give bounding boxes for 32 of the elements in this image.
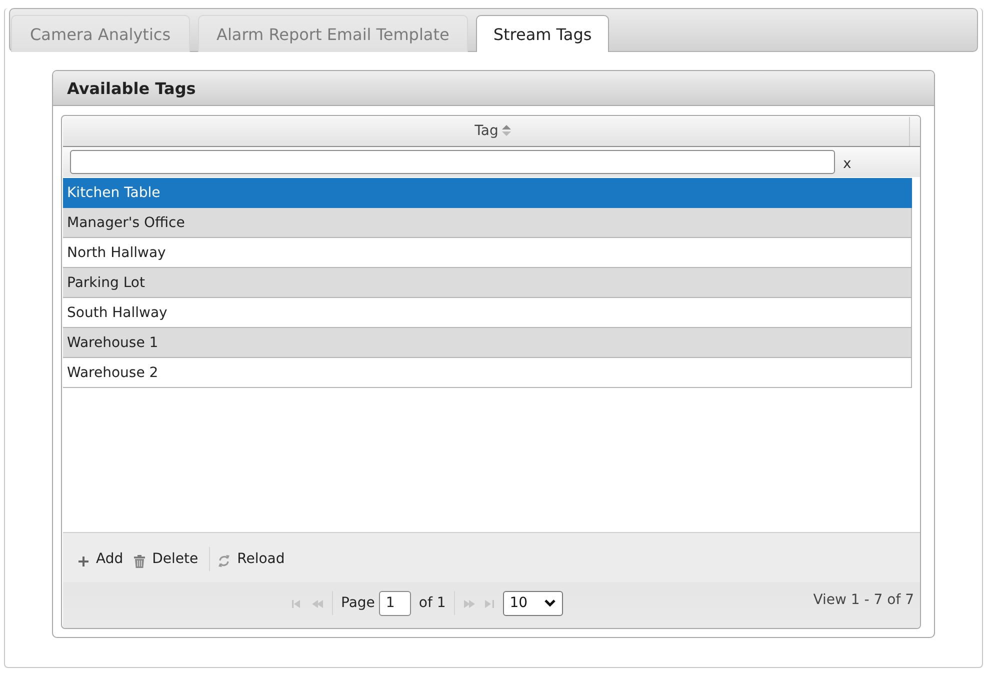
table-row[interactable]: Manager's Office [63,208,912,238]
table-cell: Parking Lot [67,274,145,290]
clear-filter-button[interactable]: x [835,156,852,172]
table-cell: Warehouse 2 [67,364,158,380]
table-row[interactable]: Parking Lot [63,268,912,298]
table-row[interactable]: South Hallway [63,298,912,328]
delete-button[interactable]: Delete [134,550,204,568]
page-input[interactable]: 1 [378,590,411,616]
table-cell: North Hallway [67,244,166,260]
table-cell: Manager's Office [67,214,185,230]
page-size-select[interactable]: 10 [502,590,563,616]
table-row[interactable]: Kitchen Table [63,178,912,208]
sort-icon[interactable] [502,125,512,136]
page-label: Page [341,595,375,611]
table-cell: Kitchen Table [67,184,160,200]
column-header-button[interactable]: Tag [63,117,910,146]
reload-icon [218,554,230,568]
reload-button[interactable]: Reload [218,549,290,568]
table-row[interactable]: Warehouse 1 [63,328,912,358]
table-row[interactable]: Warehouse 2 [63,358,912,388]
table-cell: Warehouse 1 [67,334,158,350]
table-cell: South Hallway [67,304,168,320]
trash-icon [134,554,146,568]
chevron-icon [544,599,556,607]
plus-icon [78,556,89,566]
filter-input[interactable] [70,150,835,174]
page-count: of 1 [418,595,446,611]
panel-title: Available Tags [67,78,196,98]
add-button[interactable]: Add [78,550,128,566]
table-row[interactable]: North Hallway [63,238,912,268]
records-summary: View 1 - 7 of 7 [813,592,914,608]
tab[interactable]: Stream Tags [476,15,609,52]
